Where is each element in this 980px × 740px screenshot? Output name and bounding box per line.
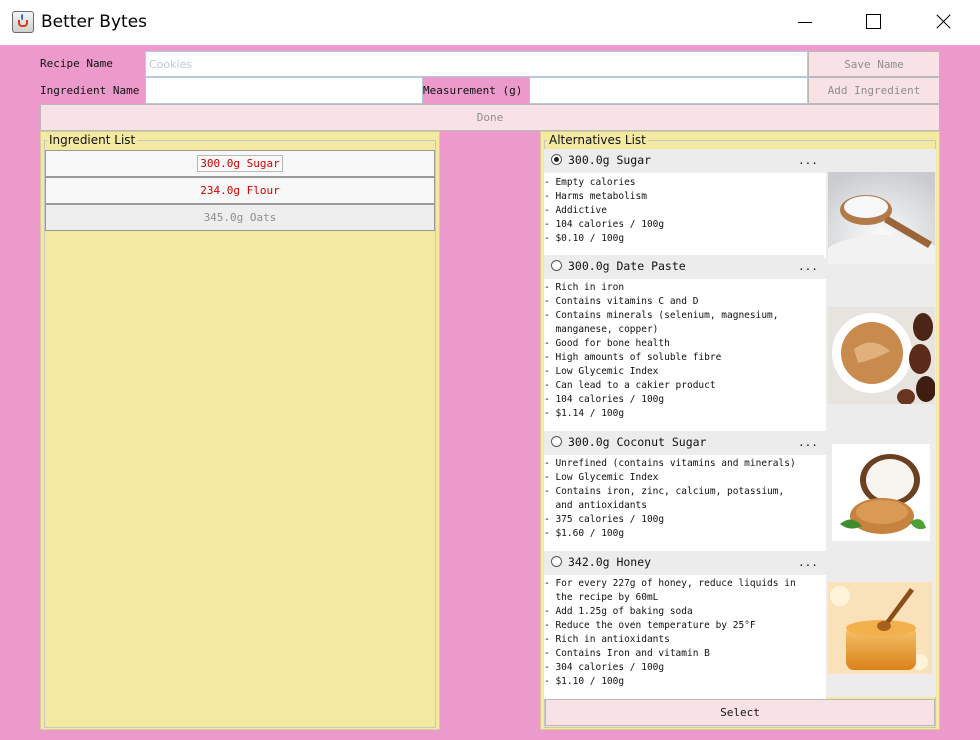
alternative-title: 300.0g Date Paste xyxy=(568,259,686,273)
title-bar: Better Bytes xyxy=(0,0,980,45)
alternative-description-line: - Harms metabolism xyxy=(544,191,647,202)
alternative-description-line: - 304 calories / 100g xyxy=(544,662,665,673)
alternative-description: - Rich in iron - Contains vitamins C and … xyxy=(544,279,826,431)
ingredient-item-label: 345.0g Oats xyxy=(203,211,277,224)
alternative-description: - Empty calories - Harms metabolism - Addi… xyxy=(544,173,826,258)
more-options-button[interactable]: ... xyxy=(798,154,818,167)
more-options-button[interactable]: ... xyxy=(798,556,818,569)
alternative-description-line: - Contains iron, zinc, calcium, potassiu… xyxy=(544,486,785,497)
recipe-name-input[interactable] xyxy=(145,51,808,77)
alternative-description-line: - 375 calories / 100g xyxy=(544,514,665,525)
ingredient-list-panel: Ingredient List 300.0g Sugar 234.0g Flou… xyxy=(40,131,440,730)
alternative-description-line: the recipe by 60mL xyxy=(544,592,659,603)
ingredient-item[interactable]: 345.0g Oats xyxy=(45,204,435,231)
alternative-description-line: - Contains minerals (selenium, magnesium… xyxy=(544,310,779,321)
ingredient-list-title: Ingredient List xyxy=(47,133,138,147)
alternative-header[interactable]: 342.0g Honey xyxy=(544,551,824,573)
alternative-description-line: manganese, copper) xyxy=(544,324,659,335)
measurement-input[interactable] xyxy=(529,77,808,104)
alternative-description-line: - Addictive xyxy=(544,205,607,216)
alternative-description-line: - Low Glycemic Index xyxy=(544,366,659,377)
alternative-title: 300.0g Sugar xyxy=(568,153,652,167)
alternative-radio[interactable] xyxy=(551,154,562,165)
done-button[interactable]: Done xyxy=(40,104,940,131)
alternative-description-line: and antioxidants xyxy=(544,500,647,511)
coconut-sugar-image xyxy=(832,444,930,541)
date-paste-image xyxy=(828,307,935,404)
alternative-radio[interactable] xyxy=(551,556,562,567)
select-button[interactable]: Select xyxy=(545,699,935,726)
ingredient-name-label: Ingredient Name xyxy=(40,84,140,97)
alternative-description-line: - 104 calories / 100g xyxy=(544,219,665,230)
alternative-description-line: - $1.60 / 100g xyxy=(544,528,625,539)
main-content: Recipe Name Save Name Ingredient Name Me… xyxy=(0,45,980,740)
alternative-description-line: - Rich in iron xyxy=(544,282,625,293)
honey-image xyxy=(828,582,932,674)
more-options-button[interactable]: ... xyxy=(798,436,818,449)
add-ingredient-button[interactable]: Add Ingredient xyxy=(808,77,940,104)
recipe-name-label: Recipe Name xyxy=(40,57,113,70)
alternative-header[interactable]: 300.0g Coconut Sugar xyxy=(544,431,824,453)
maximize-button[interactable] xyxy=(850,0,896,45)
alternative-description-line: - $1.14 / 100g xyxy=(544,408,625,419)
alternative-description-line: - Low Glycemic Index xyxy=(544,472,659,483)
alternative-description-line: - High amounts of soluble fibre xyxy=(544,352,722,363)
alternative-title: 342.0g Honey xyxy=(568,555,652,569)
ingredient-name-input[interactable] xyxy=(145,77,423,104)
alternative-description-line: - Empty calories xyxy=(544,177,636,188)
ingredient-item[interactable]: 234.0g Flour xyxy=(45,177,435,204)
java-cup-icon xyxy=(12,11,34,33)
more-options-button[interactable]: ... xyxy=(798,260,818,273)
alternative-description-line: - Contains vitamins C and D xyxy=(544,296,699,307)
alternative-radio[interactable] xyxy=(551,436,562,447)
alternative-description-line: - Can lead to a cakier product xyxy=(544,380,716,391)
alternative-title: 300.0g Coconut Sugar xyxy=(568,435,707,449)
alternative-description-line: - Reduce the oven temperature by 25°F xyxy=(544,620,756,631)
alternative-description-line: - Add 1.25g of baking soda xyxy=(544,606,693,617)
minimize-button[interactable] xyxy=(782,0,828,45)
ingredient-item[interactable]: 300.0g Sugar xyxy=(45,150,435,177)
alternative-description-line: - $1.10 / 100g xyxy=(544,676,625,687)
alternative-description-line: - Contains Iron and vitamin B xyxy=(544,648,710,659)
alternative-header[interactable]: 300.0g Date Paste xyxy=(544,255,824,277)
alternative-description: - For every 227g of honey, reduce liquid… xyxy=(544,575,826,699)
alternative-radio[interactable] xyxy=(551,260,562,271)
alternative-description-line: - For every 227g of honey, reduce liquid… xyxy=(544,578,796,589)
alternative-description-line: - Unrefined (contains vitamins and miner… xyxy=(544,458,796,469)
alternative-description-line: - 104 calories / 100g xyxy=(544,394,665,405)
save-name-button[interactable]: Save Name xyxy=(808,51,940,77)
window-title: Better Bytes xyxy=(41,12,148,32)
alternative-description-line: - $0.10 / 100g xyxy=(544,233,625,244)
alternative-description-line: - Good for bone health xyxy=(544,338,670,349)
sugar-spoon-image xyxy=(828,172,935,264)
close-button[interactable] xyxy=(920,0,966,45)
ingredient-item-label: 300.0g Sugar xyxy=(197,155,283,172)
alternative-description-line: - Rich in antioxidants xyxy=(544,634,670,645)
ingredient-item-label: 234.0g Flour xyxy=(200,184,280,197)
alternative-description: - Unrefined (contains vitamins and miner… xyxy=(544,455,826,551)
alternatives-list-title: Alternatives List xyxy=(547,133,648,147)
app-window: Better Bytes Recipe Name Save Name Ingre… xyxy=(0,0,980,740)
alternative-header[interactable]: 300.0g Sugar xyxy=(544,149,824,171)
measurement-label: Measurement (g) xyxy=(423,84,523,97)
